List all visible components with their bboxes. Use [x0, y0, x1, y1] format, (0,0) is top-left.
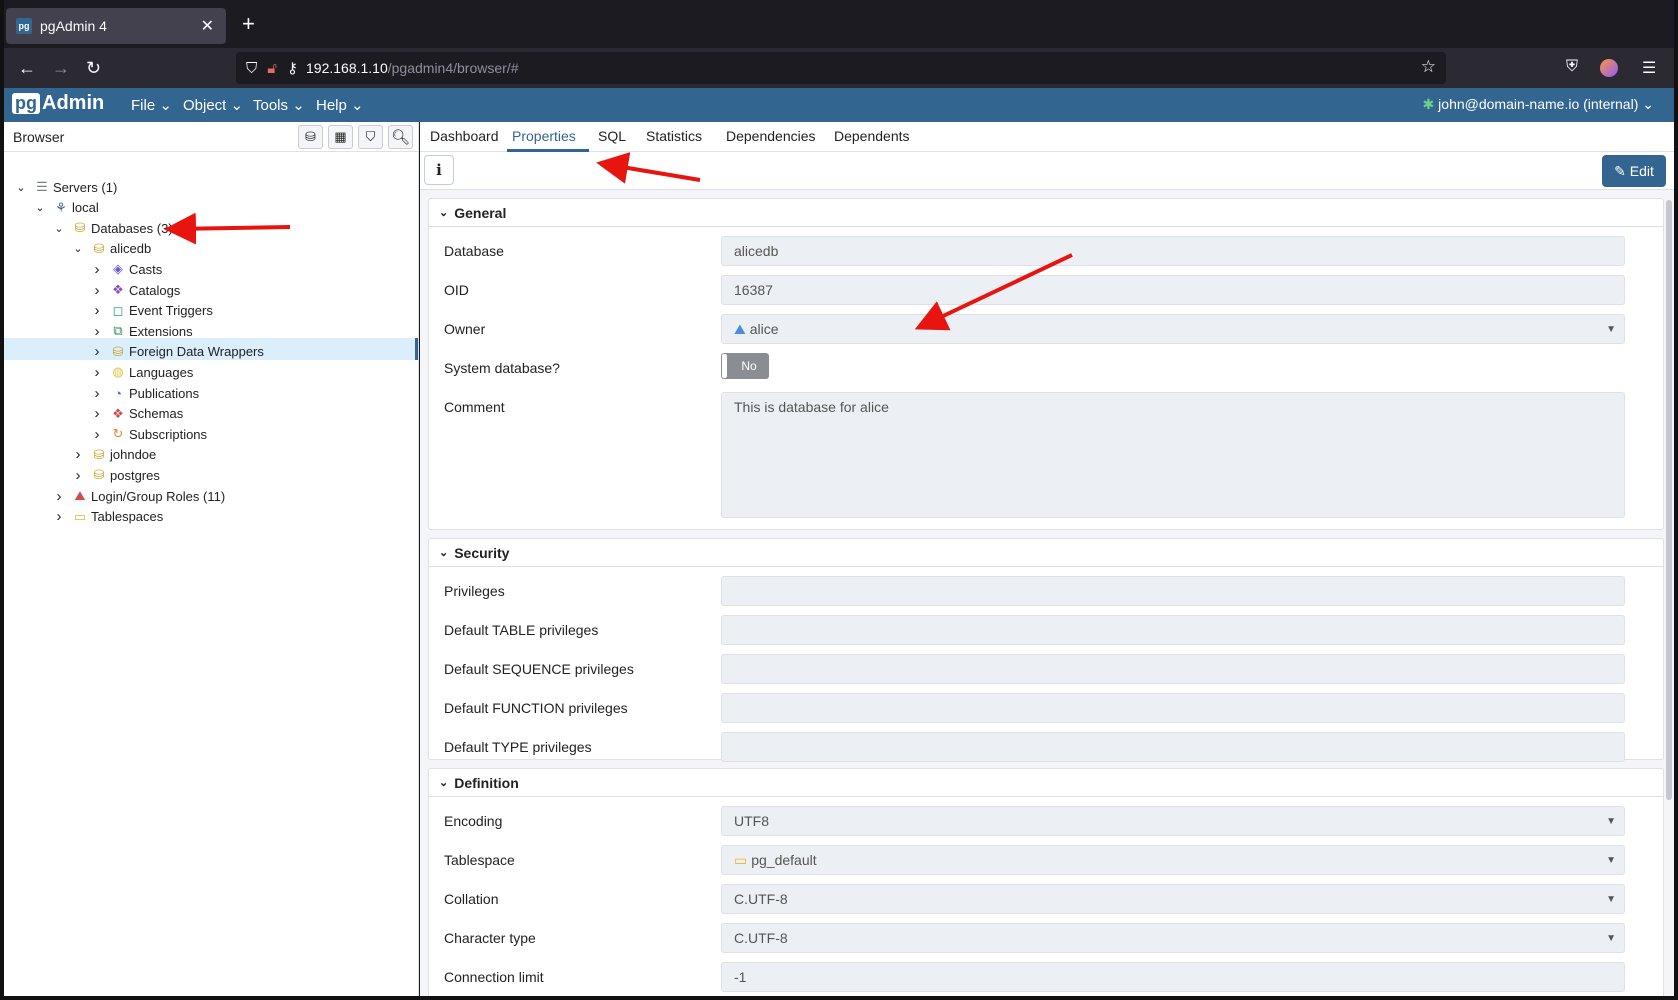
browser-window: pg pgAdmin 4 ✕ + ← → ↻ ⛉ 🔓︎ ⚷ 192.168.1.…	[4, 0, 1674, 996]
arrow-to-alicedb	[164, 212, 291, 245]
annotation-arrows	[164, 152, 1073, 331]
arrow-to-owner	[914, 253, 1073, 331]
arrow-to-properties-tab	[596, 152, 701, 184]
